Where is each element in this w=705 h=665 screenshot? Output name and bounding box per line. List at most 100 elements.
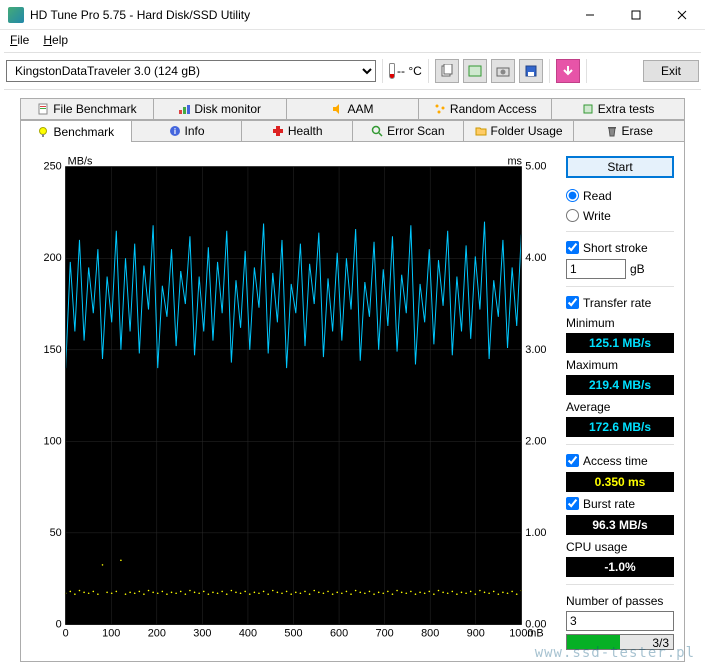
temperature-display: -- °C: [389, 63, 422, 79]
svg-text:MB/s: MB/s: [68, 156, 93, 168]
tab-info[interactable]: i Info: [131, 120, 243, 142]
toolbar: KingstonDataTraveler 3.0 (124 gB) -- °C …: [0, 55, 705, 87]
speaker-icon: [331, 103, 343, 115]
window-title: HD Tune Pro 5.75 - Hard Disk/SSD Utility: [30, 8, 567, 22]
tab-label: Health: [288, 124, 323, 138]
tab-label: Benchmark: [53, 125, 114, 139]
bulb-icon: [37, 126, 49, 138]
radio-label: Write: [583, 209, 611, 223]
svg-text:150: 150: [44, 344, 62, 356]
svg-text:ms: ms: [507, 156, 522, 168]
menu-help[interactable]: Help: [37, 31, 74, 49]
screenshot-button[interactable]: [491, 59, 515, 83]
tab-erase[interactable]: Erase: [573, 120, 685, 142]
divider: [566, 286, 674, 287]
short-stroke-spin-row: gB: [566, 259, 674, 279]
separator: [586, 59, 587, 83]
write-radio[interactable]: Write: [566, 207, 674, 224]
titlebar: HD Tune Pro 5.75 - Hard Disk/SSD Utility: [0, 0, 705, 30]
temperature-value: -- °C: [397, 64, 422, 78]
transfer-rate-check[interactable]: Transfer rate: [566, 294, 674, 311]
divider: [566, 231, 674, 232]
svg-text:600: 600: [330, 627, 348, 639]
tab-label: Info: [185, 124, 205, 138]
cpu-usage-label: CPU usage: [566, 540, 674, 554]
separator: [382, 59, 383, 83]
svg-text:50: 50: [50, 527, 62, 539]
short-stroke-check[interactable]: Short stroke: [566, 239, 674, 256]
svg-text:250: 250: [44, 161, 62, 173]
check-label: Short stroke: [583, 241, 648, 255]
tab-label: AAM: [347, 102, 373, 116]
svg-text:1.00: 1.00: [525, 527, 546, 539]
exit-button[interactable]: Exit: [643, 60, 699, 82]
tab-extra-tests[interactable]: Extra tests: [551, 98, 685, 120]
app-icon: [8, 7, 24, 23]
copy-info-button[interactable]: [435, 59, 459, 83]
read-radio[interactable]: Read: [566, 187, 674, 204]
thermometer-icon: [389, 63, 395, 79]
svg-text:0: 0: [56, 618, 62, 630]
num-passes-input[interactable]: [566, 611, 674, 631]
burst-rate-value: 96.3 MB/s: [566, 515, 674, 535]
copy-screenshot-button[interactable]: [463, 59, 487, 83]
tab-random-access[interactable]: Random Access: [418, 98, 552, 120]
svg-text:900: 900: [467, 627, 485, 639]
svg-text:400: 400: [239, 627, 257, 639]
benchmark-chart: 00.00501.001002.001503.002004.002505.000…: [31, 152, 556, 651]
file-icon: [37, 103, 49, 115]
tab-label: Folder Usage: [491, 124, 563, 138]
minimize-button[interactable]: [567, 0, 613, 30]
tab-label: Error Scan: [387, 124, 444, 138]
folder-icon: [475, 125, 487, 137]
svg-text:200: 200: [44, 252, 62, 264]
burst-rate-check[interactable]: Burst rate: [566, 495, 674, 512]
tab-aam[interactable]: AAM: [286, 98, 420, 120]
unit-label: gB: [630, 262, 645, 276]
monitor-icon: [178, 103, 190, 115]
menubar: File Help: [0, 30, 705, 50]
svg-text:200: 200: [148, 627, 166, 639]
average-value: 172.6 MB/s: [566, 417, 674, 437]
short-stroke-input[interactable]: [566, 259, 626, 279]
svg-text:300: 300: [193, 627, 211, 639]
options-button[interactable]: [556, 59, 580, 83]
menu-file[interactable]: File: [4, 31, 35, 49]
separator: [549, 59, 550, 83]
svg-text:3.00: 3.00: [525, 344, 546, 356]
check-label: Burst rate: [583, 497, 635, 511]
tab-health[interactable]: Health: [241, 120, 353, 142]
tab-benchmark[interactable]: Benchmark: [20, 120, 132, 142]
tab-disk-monitor[interactable]: Disk monitor: [153, 98, 287, 120]
close-button[interactable]: [659, 0, 705, 30]
controls-sidebar: Start Read Write Short stroke gB Transfe…: [566, 152, 674, 651]
tab-file-benchmark[interactable]: File Benchmark: [20, 98, 154, 120]
divider: [4, 52, 701, 53]
svg-text:4.00: 4.00: [525, 252, 546, 264]
access-time-check[interactable]: Access time: [566, 452, 674, 469]
tab-label: Disk monitor: [194, 102, 261, 116]
health-icon: [272, 125, 284, 137]
average-label: Average: [566, 400, 674, 414]
random-icon: [434, 103, 446, 115]
svg-text:5.00: 5.00: [525, 161, 546, 173]
tests-icon: [582, 103, 594, 115]
svg-text:2.00: 2.00: [525, 435, 546, 447]
start-button[interactable]: Start: [566, 156, 674, 178]
content-panel: 00.00501.001002.001503.002004.002505.000…: [20, 142, 685, 662]
tab-label: Random Access: [450, 102, 537, 116]
divider: [566, 444, 674, 445]
device-select[interactable]: KingstonDataTraveler 3.0 (124 gB): [6, 60, 376, 82]
access-time-value: 0.350 ms: [566, 472, 674, 492]
tab-error-scan[interactable]: Error Scan: [352, 120, 464, 142]
maximum-value: 219.4 MB/s: [566, 375, 674, 395]
svg-text:i: i: [173, 127, 175, 136]
check-label: Transfer rate: [583, 296, 651, 310]
save-button[interactable]: [519, 59, 543, 83]
tab-folder-usage[interactable]: Folder Usage: [463, 120, 575, 142]
svg-text:800: 800: [421, 627, 439, 639]
divider: [566, 584, 674, 585]
minimum-label: Minimum: [566, 316, 674, 330]
svg-text:0: 0: [63, 627, 69, 639]
maximize-button[interactable]: [613, 0, 659, 30]
